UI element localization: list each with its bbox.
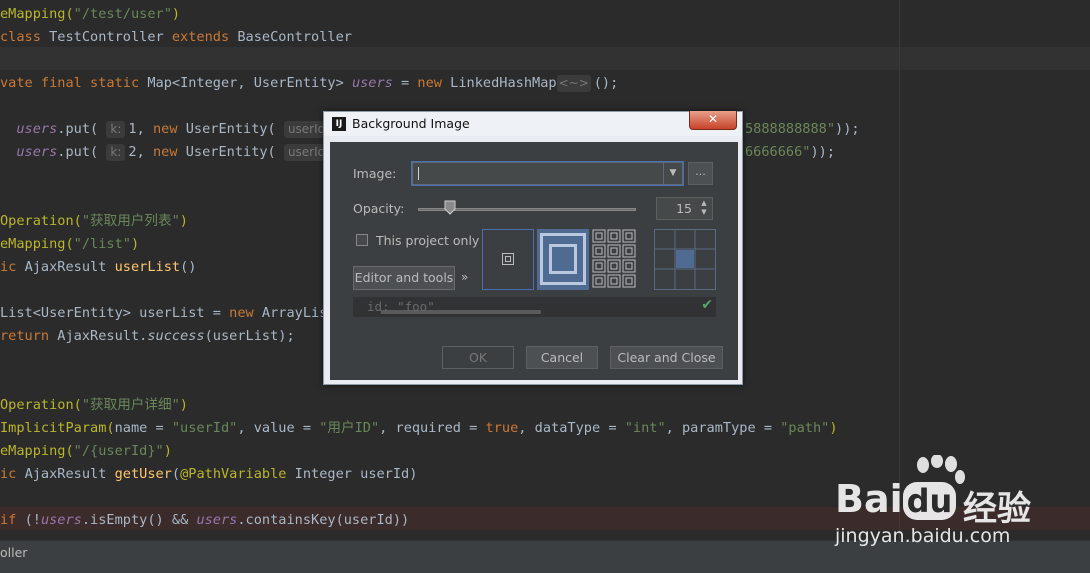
background-image-dialog: IJ Background Image ✕ Image: ▼ ... Opaci… xyxy=(323,111,743,385)
checkmark-icon: ✔ xyxy=(701,297,713,313)
code-line-18: Operation("获取用户详细") xyxy=(0,397,188,413)
fill-mode-scale[interactable] xyxy=(537,229,589,290)
code-line-7: users.put( k:2, new UserEntity( userId:2… xyxy=(0,141,353,164)
code-line-10: Operation("获取用户列表") xyxy=(0,213,188,229)
this-project-only-checkbox[interactable] xyxy=(356,234,368,246)
clear-and-close-button[interactable]: Clear and Close xyxy=(610,346,723,369)
code-line-6-tail: 5888888888")); xyxy=(745,121,860,137)
preview-code: id: "foo" xyxy=(367,299,435,314)
more-chevron-icon[interactable]: » xyxy=(461,270,468,284)
fill-mode-center[interactable] xyxy=(482,229,534,290)
dialog-title: Background Image xyxy=(352,116,470,131)
close-button[interactable]: ✕ xyxy=(689,111,737,130)
image-path-combobox[interactable]: ▼ xyxy=(412,162,683,185)
opacity-value: 15 xyxy=(676,201,692,216)
baidu-brand-text: Bai du xyxy=(835,477,957,521)
breadcrumb-text: oller xyxy=(0,545,28,560)
intellij-icon: IJ xyxy=(332,117,346,131)
browse-button[interactable]: ... xyxy=(688,162,713,185)
code-line-23: if (!users.isEmpty() && users.containsKe… xyxy=(0,512,410,528)
dialog-content: Image: ▼ ... Opacity: 15 ▲ ▼ This project… xyxy=(330,142,738,380)
spinner-arrows-icon[interactable]: ▲ ▼ xyxy=(698,199,710,218)
image-label: Image: xyxy=(353,166,397,181)
code-line-20: eMapping("/{userId}") xyxy=(0,443,172,459)
text-caret xyxy=(418,167,419,180)
ok-button[interactable]: OK xyxy=(442,346,514,369)
chevron-down-icon[interactable]: ▼ xyxy=(663,163,682,184)
code-line-12: ic AjaxResult userList() xyxy=(0,259,197,275)
opacity-slider-thumb[interactable] xyxy=(444,200,456,215)
fill-mode-group xyxy=(482,229,736,290)
bottom-status-strip xyxy=(0,564,1090,573)
anchor-grid-icon xyxy=(654,229,716,290)
preview-area: id: "foo" ✔ xyxy=(353,297,716,317)
code-line-1: eMapping("/test/user") xyxy=(0,6,181,22)
cancel-button[interactable]: Cancel xyxy=(526,346,598,369)
code-line-7-tail: 6666666")); xyxy=(745,144,836,160)
fill-mode-tile[interactable] xyxy=(592,229,644,290)
jingyan-cn-text: 经验 xyxy=(963,489,1031,529)
jingyan-url-text: jingyan.baidu.com xyxy=(835,525,1011,547)
tile-mode-icon xyxy=(592,229,636,288)
code-line-11: eMapping("/list") xyxy=(0,236,140,252)
code-line-15: return AjaxResult.success(userList); xyxy=(0,328,295,344)
baidu-jingyan-watermark: Bai du 经验 jingyan.baidu.com xyxy=(835,455,1085,555)
code-line-19: ImplicitParam(name = "userId", value = "… xyxy=(0,420,838,436)
code-line-2: class TestController extends BaseControl… xyxy=(0,29,352,45)
opacity-spinner[interactable]: 15 ▲ ▼ xyxy=(656,197,713,220)
opacity-label: Opacity: xyxy=(353,201,405,216)
dialog-titlebar[interactable]: IJ Background Image ✕ xyxy=(324,111,742,136)
scale-mode-icon xyxy=(540,233,586,285)
code-line-14: List<UserEntity> userList = new ArrayLis xyxy=(0,305,328,321)
caret-row-highlight xyxy=(0,47,1090,70)
code-line-6: users.put( k:1, new UserEntity( userId:1… xyxy=(0,118,353,141)
editor-and-tools-button[interactable]: Editor and tools xyxy=(353,266,455,290)
code-line-4: vate final static Map<Integer, UserEntit… xyxy=(0,75,619,92)
anchor-grid[interactable] xyxy=(654,229,716,290)
code-line-21: ic AjaxResult getUser(@PathVariable Inte… xyxy=(0,466,418,482)
this-project-only-label: This project only xyxy=(376,233,480,248)
center-mode-icon xyxy=(502,253,514,265)
